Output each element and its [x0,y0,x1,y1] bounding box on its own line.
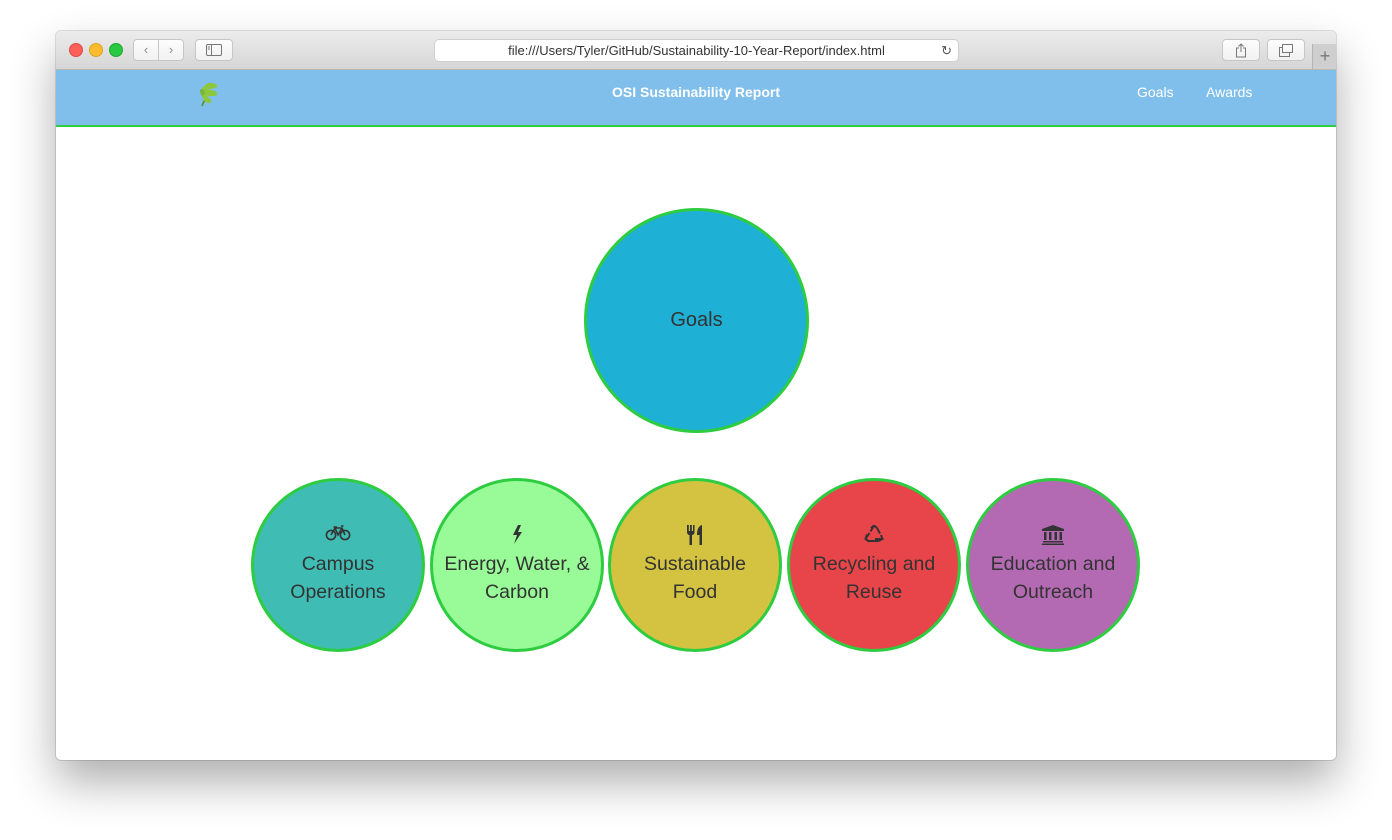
category-recycling-reuse[interactable]: Recycling and Reuse [787,478,961,652]
address-bar[interactable]: file:///Users/Tyler/GitHub/Sustainabilit… [434,39,959,62]
forward-button[interactable]: › [158,39,184,61]
category-label-line2: Food [672,580,718,603]
category-label-line2: Operations [290,580,386,603]
new-tab-button[interactable]: + [1312,44,1336,69]
sidebar-toggle-button[interactable] [195,39,233,61]
category-label-line1: Campus [301,552,375,575]
bicycle-icon [325,524,351,547]
recycle-icon [864,524,884,547]
cutlery-icon [686,524,704,547]
category-label-line1: Recycling and [812,552,936,575]
institution-icon [1042,524,1064,547]
show-tabs-button[interactable] [1267,39,1305,61]
chevron-right-icon: › [168,42,174,57]
back-button[interactable]: ‹ [133,39,159,61]
sidebar-icon [206,44,222,56]
category-label-line1: Energy, Water, & [444,552,590,575]
plus-icon: + [1319,46,1331,66]
category-label-line1: Education and [990,552,1116,575]
reload-icon[interactable]: ↻ [941,40,952,61]
category-label-line1: Sustainable [644,552,746,575]
share-icon [1236,43,1246,58]
category-sustainable-food[interactable]: Sustainable Food [608,478,782,652]
category-label-line2: Outreach [1012,580,1094,603]
nav-link-awards[interactable]: Awards [1206,70,1252,114]
lightning-icon [511,524,523,547]
category-campus-operations[interactable]: Campus Operations [251,478,425,652]
url-text: file:///Users/Tyler/GitHub/Sustainabilit… [508,43,885,58]
tabs-overview-icon [1279,44,1293,57]
category-energy-water-carbon[interactable]: Energy, Water, & Carbon [430,478,604,652]
zoom-window-button[interactable] [109,43,123,57]
category-label-line2: Reuse [845,580,903,603]
goals-circle[interactable]: Goals [584,208,809,433]
nav-link-goals[interactable]: Goals [1137,70,1174,114]
share-button[interactable] [1222,39,1260,61]
minimize-window-button[interactable] [89,43,103,57]
browser-window: ‹ › file:///Users/Tyler/GitHub/Sustainab… [56,31,1336,760]
close-window-button[interactable] [69,43,83,57]
category-education-outreach[interactable]: Education and Outreach [966,478,1140,652]
browser-toolbar: ‹ › file:///Users/Tyler/GitHub/Sustainab… [56,31,1336,70]
site-navbar: OSI Sustainability Report Goals Awards [56,70,1336,127]
chevron-left-icon: ‹ [143,42,149,57]
goals-label: Goals [670,309,723,331]
category-label-line2: Carbon [485,580,549,603]
